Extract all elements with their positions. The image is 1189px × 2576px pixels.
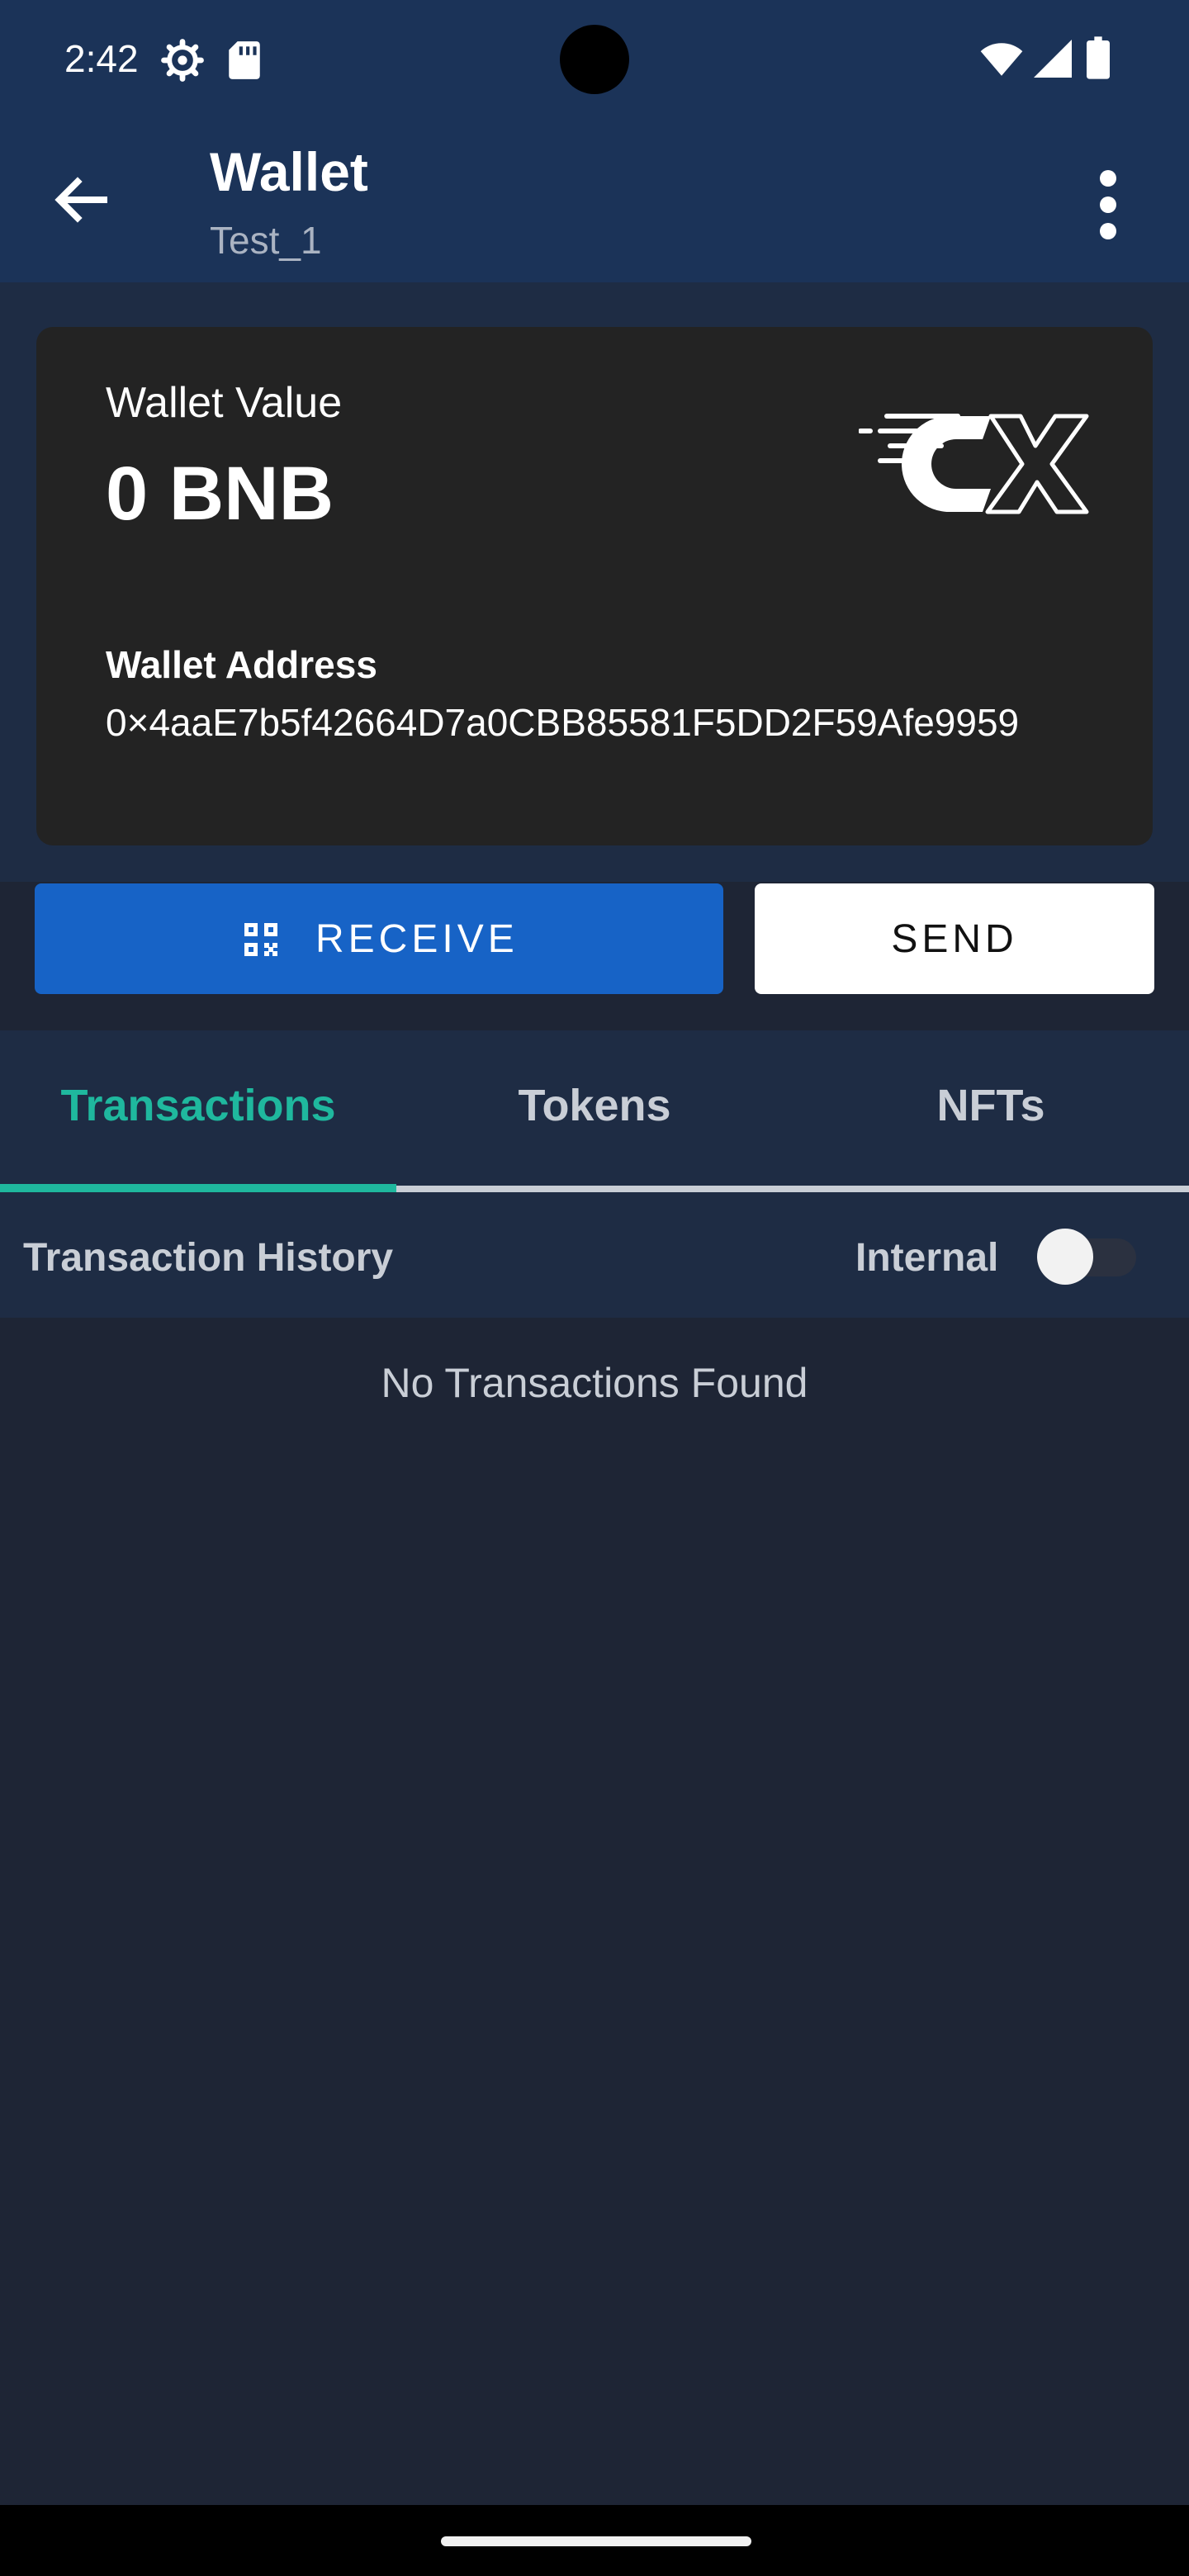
tab-selected-indicator (0, 1184, 396, 1192)
wifi-icon (980, 43, 1023, 76)
page-title: Wallet (210, 141, 368, 202)
send-button[interactable]: SEND (755, 883, 1154, 994)
toggle-thumb (1037, 1229, 1093, 1285)
arrow-back-icon[interactable] (41, 160, 121, 239)
receive-button-label: RECEIVE (315, 917, 519, 961)
cellular-signal-icon (1034, 40, 1072, 78)
transaction-history-header: Transaction History Internal (0, 1194, 1189, 1318)
receive-button[interactable]: RECEIVE (35, 883, 723, 994)
home-gesture-handle[interactable] (441, 2536, 751, 2546)
wallet-value-label: Wallet Value (106, 379, 343, 427)
wallet-card: Wallet Value 0 BNB Wallet Address 0×4aaE… (36, 327, 1153, 845)
tab-bar: Transactions Tokens NFTs (0, 1030, 1189, 1194)
internal-toggle[interactable] (1037, 1227, 1139, 1286)
cx-brand-logo (859, 414, 1089, 514)
send-button-label: SEND (891, 917, 1018, 961)
qr-code-icon (244, 923, 277, 956)
tab-tokens[interactable]: Tokens (396, 1080, 793, 1131)
tab-nfts[interactable]: NFTs (793, 1080, 1189, 1131)
transaction-history-title: Transaction History (23, 1236, 394, 1280)
tab-transactions[interactable]: Transactions (0, 1080, 396, 1131)
empty-state-message: No Transactions Found (381, 1360, 808, 1406)
status-time: 2:42 (64, 37, 139, 80)
front-camera (560, 25, 629, 94)
wallet-address-label: Wallet Address (106, 643, 377, 686)
battery-icon (1087, 36, 1110, 79)
status-bar: 2:42 (0, 0, 1189, 119)
system-nav-bar (0, 2505, 1189, 2576)
settings-gear-icon (161, 39, 204, 82)
wallet-name: Test_1 (210, 219, 322, 262)
more-vert-icon[interactable] (1075, 165, 1141, 244)
app-bar: Wallet Test_1 (0, 119, 1189, 282)
wallet-address-value: 0×4aaE7b5f42664D7a0CBB85581F5DD2F59Afe99… (106, 701, 1020, 744)
wallet-value-amount: 0 BNB (106, 452, 334, 536)
wallet-screen: 2:42 Wallet Test_1 Wallet Value 0 BNB Wa… (0, 0, 1189, 2576)
internal-toggle-label: Internal (855, 1236, 999, 1280)
wallet-card-section: Wallet Value 0 BNB Wallet Address 0×4aaE… (0, 282, 1189, 882)
sd-card-icon (229, 41, 260, 79)
